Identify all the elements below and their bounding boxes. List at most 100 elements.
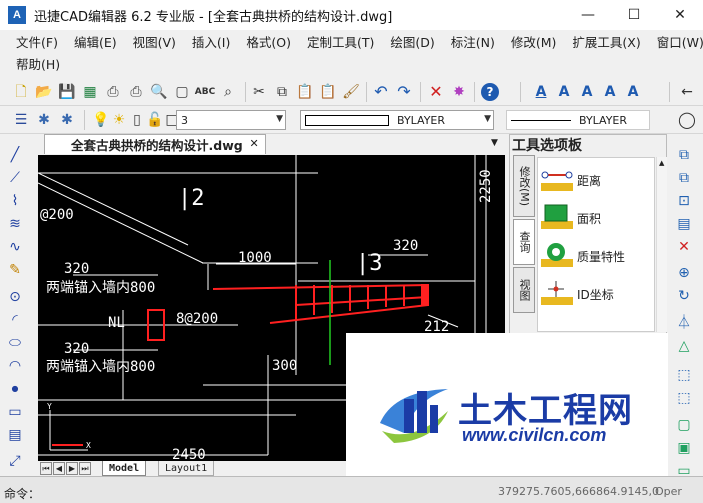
line-icon[interactable]: ╱ xyxy=(6,146,24,164)
linetype-dropdown[interactable]: BYLAYER ▼ xyxy=(300,110,494,130)
layer-previous-icon[interactable]: ✱ xyxy=(58,111,76,129)
hatch-icon[interactable]: ⤢ xyxy=(6,452,24,470)
minimize-button[interactable]: — xyxy=(565,0,611,30)
arrow-left-icon[interactable]: ← xyxy=(678,83,696,101)
palette-tab-view[interactable]: 视图 xyxy=(513,267,535,313)
new-file-icon[interactable]: 🗋 xyxy=(12,83,30,101)
match-properties-icon[interactable]: 🖌 xyxy=(342,83,360,101)
layer-dropdown[interactable]: 3 ▼ xyxy=(176,110,286,130)
help-icon[interactable]: ? xyxy=(481,83,499,101)
label-8at200: 8@200 xyxy=(176,311,218,327)
extend-icon[interactable]: ▢ xyxy=(675,416,693,434)
scroll-up-icon[interactable]: ▲ xyxy=(659,159,664,167)
palette-tab-inquiry[interactable]: 查询 xyxy=(513,219,535,265)
menu-modify[interactable]: 修改(M) xyxy=(503,32,565,51)
palette-item-id-point[interactable]: ID坐标 xyxy=(538,276,654,312)
menu-extension-tools[interactable]: 扩展工具(X) xyxy=(564,32,648,51)
command-line[interactable]: 命令： 379275.7605,666864.9145,0 Oper xyxy=(0,476,703,503)
spellcheck-icon[interactable]: ABC xyxy=(195,83,215,101)
scale-icon[interactable]: △ xyxy=(675,337,693,355)
palette-item-mass-properties[interactable]: 质量特性 xyxy=(538,238,654,274)
maximize-button[interactable]: ☐ xyxy=(611,0,657,30)
paste-special-icon[interactable]: 📋 xyxy=(319,83,337,101)
menu-custom-tools[interactable]: 定制工具(T) xyxy=(299,32,382,51)
print-setup-icon[interactable]: ⎙ xyxy=(127,83,145,101)
tab-layout1[interactable]: Layout1 xyxy=(158,461,215,476)
bulb-icon[interactable]: 💡 xyxy=(92,111,110,129)
region-icon[interactable]: ▤ xyxy=(6,426,24,444)
document-tab[interactable]: 全套古典拱桥的结构设计.dwg ✕ xyxy=(44,134,266,154)
polyline-icon[interactable]: ⌇ xyxy=(6,192,24,210)
close-tab-icon[interactable]: ✕ xyxy=(249,137,258,150)
page-icon[interactable]: ▢ xyxy=(173,83,191,101)
menu-format[interactable]: 格式(O) xyxy=(238,32,299,51)
palette-tab-modify[interactable]: 修改(M) xyxy=(513,155,535,217)
stretch-icon[interactable]: ⬚ xyxy=(675,366,693,384)
multiline-icon[interactable]: ≋ xyxy=(6,215,24,233)
menu-view[interactable]: 视图(V) xyxy=(125,32,184,51)
menu-dimension[interactable]: 标注(N) xyxy=(443,32,503,51)
mirror-copy-icon[interactable]: ⧉ xyxy=(675,169,693,187)
undo-icon[interactable]: ↶ xyxy=(372,83,390,101)
rectangle-icon[interactable]: ▭ xyxy=(6,403,24,421)
menu-window[interactable]: 窗口(W) xyxy=(649,32,703,51)
sun-icon[interactable]: ☀ xyxy=(110,111,128,129)
text-find-icon[interactable]: A xyxy=(624,83,642,101)
open-folder-icon[interactable]: 📂 xyxy=(35,83,53,101)
sketch-icon[interactable]: ✎ xyxy=(6,261,24,279)
erase-object-icon[interactable]: ✕ xyxy=(675,238,693,256)
find-icon[interactable]: ⌕ xyxy=(219,83,237,101)
rotate-icon[interactable]: ↻ xyxy=(675,287,693,305)
layer-color-icon[interactable]: ▯ xyxy=(128,111,146,129)
xline-icon[interactable]: ⟋ xyxy=(6,169,24,187)
palette-item-distance[interactable]: 距离 xyxy=(538,162,654,198)
save-all-icon[interactable]: ▦ xyxy=(81,83,99,101)
break-icon[interactable]: ▣ xyxy=(675,439,693,457)
cut-icon[interactable]: ✂ xyxy=(250,83,268,101)
paste-icon[interactable]: 📋 xyxy=(296,83,314,101)
circle-arc-icon[interactable]: ◯ xyxy=(678,111,696,129)
palette-item-area[interactable]: 面积 xyxy=(538,200,654,236)
watermark-url: www.civilcn.com xyxy=(462,425,607,445)
move-icon[interactable]: ⊕ xyxy=(675,264,693,282)
text-scale-icon[interactable]: A xyxy=(578,83,596,101)
offset-icon[interactable]: ⊡ xyxy=(675,192,693,210)
menu-insert[interactable]: 插入(I) xyxy=(184,32,238,51)
text-edit-icon[interactable]: A xyxy=(555,83,573,101)
tab-model[interactable]: Model xyxy=(102,461,147,476)
lock-icon[interactable]: 🔓 xyxy=(146,111,164,129)
trim-icon[interactable]: ⬚ xyxy=(675,389,693,407)
menu-draw[interactable]: 绘图(D) xyxy=(382,32,442,51)
next-layout-icon[interactable]: ▶ xyxy=(66,462,78,475)
ellipse-icon[interactable]: ⬭ xyxy=(6,334,24,352)
text-justify-icon[interactable]: A xyxy=(601,83,619,101)
erase-icon[interactable]: ✸ xyxy=(450,83,468,101)
layer-state-icon[interactable]: ✱ xyxy=(35,111,53,129)
copy-icon[interactable]: ⧉ xyxy=(273,83,291,101)
spline-icon[interactable]: ∿ xyxy=(6,238,24,256)
close-button[interactable]: ✕ xyxy=(657,0,703,30)
point-icon[interactable]: ● xyxy=(6,380,24,398)
prev-layout-icon[interactable]: ◀ xyxy=(53,462,65,475)
mirror-icon[interactable]: ⏃ xyxy=(675,314,693,332)
palette-scrollbar[interactable]: ▲ xyxy=(656,157,667,332)
last-layout-icon[interactable]: ⏭ xyxy=(79,462,91,475)
menu-edit[interactable]: 编辑(E) xyxy=(66,32,125,51)
tab-list-icon[interactable]: ▼ xyxy=(491,138,498,148)
text-style-icon[interactable]: A xyxy=(532,83,550,101)
redo-icon[interactable]: ↷ xyxy=(395,83,413,101)
menu-file[interactable]: 文件(F) xyxy=(8,32,66,51)
array-icon[interactable]: ▤ xyxy=(675,215,693,233)
lineweight-dropdown[interactable]: BYLAYER xyxy=(506,110,650,130)
copy-object-icon[interactable]: ⧉ xyxy=(675,146,693,164)
first-layout-icon[interactable]: ⏮ xyxy=(40,462,52,475)
print-preview-icon[interactable]: 🔍 xyxy=(150,83,168,101)
layers-icon[interactable]: ☰ xyxy=(12,111,30,129)
circle-icon[interactable]: ⊙ xyxy=(6,288,24,306)
delete-icon[interactable]: ✕ xyxy=(427,83,445,101)
arc-icon[interactable]: ◜ xyxy=(6,311,24,329)
menu-help[interactable]: 帮助(H) xyxy=(8,54,68,73)
save-icon[interactable]: 💾 xyxy=(58,83,76,101)
ellipse-arc-icon[interactable]: ◠ xyxy=(6,357,24,375)
print-icon[interactable]: ⎙ xyxy=(104,83,122,101)
